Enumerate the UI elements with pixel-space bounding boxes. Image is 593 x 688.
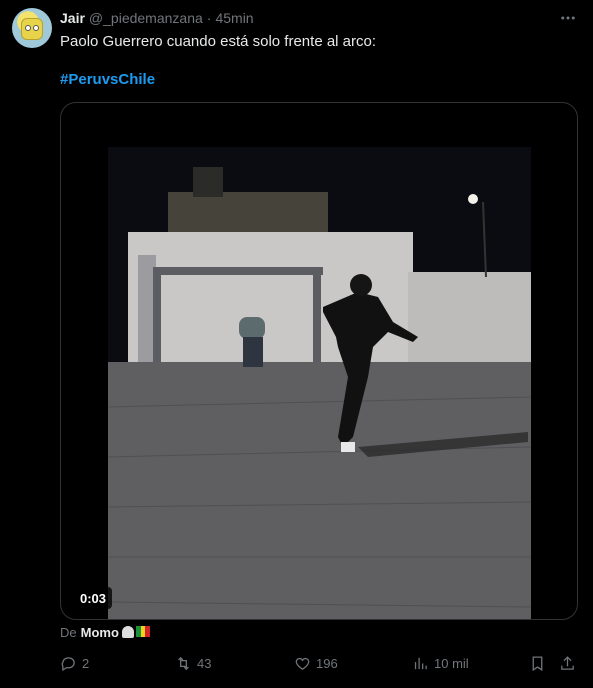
- video-player[interactable]: [60, 102, 578, 620]
- like-count: 196: [316, 655, 338, 671]
- display-name[interactable]: Jair: [60, 10, 85, 26]
- retweet-button[interactable]: 43: [175, 652, 211, 674]
- ghost-emoji-icon: [121, 626, 134, 638]
- retweet-icon: [178, 656, 189, 670]
- video-frame[interactable]: [108, 147, 531, 619]
- bookmark-button[interactable]: [529, 652, 546, 674]
- video-scene: [108, 147, 531, 619]
- tweet-text: Paolo Guerrero cuando está solo frente a…: [60, 33, 377, 50]
- tweet-time[interactable]: 45min: [215, 10, 253, 26]
- share-button[interactable]: [559, 652, 576, 674]
- heart-icon: [295, 657, 310, 670]
- more-horizontal-icon: [561, 16, 575, 20]
- media-attribution: De Momo: [60, 624, 150, 640]
- tweet-actions: 2 43 196 10 mil: [60, 652, 580, 674]
- hashtag-link[interactable]: #PeruvsChile: [60, 70, 155, 89]
- separator-dot: ·: [206, 10, 212, 26]
- views-chart-icon: [414, 657, 427, 669]
- reply-icon: [61, 656, 75, 671]
- views-count: 10 mil: [434, 655, 469, 671]
- flag-emoji-icon: [135, 626, 150, 637]
- attribution-prefix: De: [60, 624, 77, 640]
- attribution-emojis: [121, 626, 150, 638]
- views-button[interactable]: 10 mil: [412, 652, 469, 674]
- more-options-button[interactable]: [557, 8, 579, 28]
- like-button[interactable]: 196: [294, 652, 338, 674]
- retweet-count: 43: [197, 655, 212, 671]
- reply-count: 2: [82, 655, 90, 671]
- reply-button[interactable]: 2: [60, 652, 89, 674]
- attribution-name[interactable]: Momo: [81, 625, 119, 640]
- user-handle[interactable]: @_piedemanzana: [89, 10, 203, 26]
- share-icon: [561, 655, 574, 670]
- avatar[interactable]: [12, 8, 52, 48]
- bookmark-icon: [532, 655, 543, 671]
- avatar-face-graphic: [21, 18, 43, 40]
- video-duration-badge: 0:03: [74, 587, 113, 609]
- tweet[interactable]: Jair @_piedemanzana · 45min Paolo Guerre…: [0, 0, 593, 688]
- tweet-header: Jair @_piedemanzana · 45min: [60, 9, 254, 27]
